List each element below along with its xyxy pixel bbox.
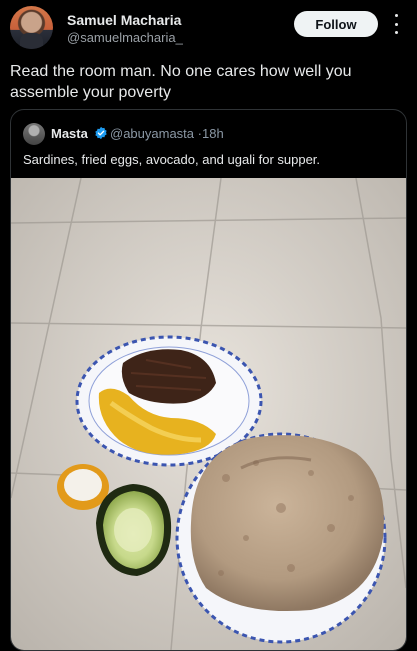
quoted-author-handle[interactable]: @abuyamasta (110, 126, 194, 141)
quoted-author-name[interactable]: Masta (51, 126, 88, 141)
quoted-post[interactable]: Masta @abuyamasta ·18h Sardines, fried e… (10, 109, 407, 651)
author-name[interactable]: Samuel Macharia (67, 12, 181, 28)
more-options-icon[interactable] (390, 14, 402, 34)
post-text: Read the room man. No one cares how well… (10, 63, 352, 101)
verified-badge-icon (95, 126, 107, 140)
quoted-author-avatar[interactable] (23, 123, 45, 145)
quoted-handle-and-time: @abuyamasta ·18h (110, 126, 224, 141)
quoted-post-text: Sardines, fried eggs, avocado, and ugali… (23, 152, 321, 167)
post-time[interactable]: 18h (202, 126, 224, 141)
follow-button[interactable]: Follow (294, 11, 378, 37)
author-avatar[interactable] (10, 6, 53, 49)
food-photo[interactable] (11, 178, 406, 650)
ugali (190, 435, 384, 612)
author-handle[interactable]: @samuelmacharia_ (67, 30, 183, 45)
post-header: Samuel Macharia @samuelmacharia_ Follow (10, 6, 410, 52)
